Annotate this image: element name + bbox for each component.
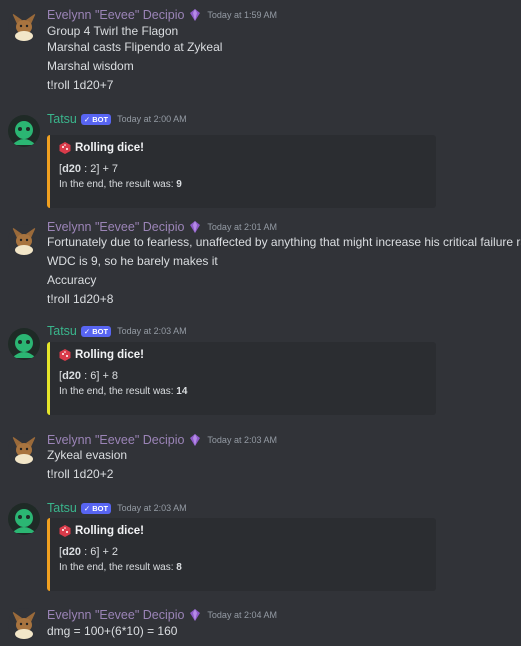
bot-tag: ✓ BOT xyxy=(80,502,112,514)
chat-log: Evelynn "Eevee" Decipio Today at 1:59 AM… xyxy=(0,0,521,646)
roll-expression: [d20 : 6] + 8 xyxy=(59,370,119,382)
message-text: t!roll 1d20+7 xyxy=(47,78,114,92)
embed-title: Rolling dice! xyxy=(75,142,144,154)
eevee-avatar[interactable] xyxy=(8,10,40,42)
roll-result-line: In the end, the result was: 8 xyxy=(59,562,182,573)
result-value: 9 xyxy=(176,179,182,190)
purple-gem-icon xyxy=(190,434,201,446)
roll-result-line: In the end, the result was: 14 xyxy=(59,386,187,397)
embed-accent-bar xyxy=(47,135,50,208)
message-text: dmg = 100+(6*10) = 160 xyxy=(47,624,178,638)
roll-modifier: + 7 xyxy=(102,163,119,175)
timestamp[interactable]: Today at 2:04 AM xyxy=(207,610,277,620)
die-type: d20 xyxy=(62,546,82,558)
message-text: Marshal wisdom xyxy=(47,59,134,73)
message-text: Zykeal evasion xyxy=(47,448,128,462)
timestamp[interactable]: Today at 2:03 AM xyxy=(117,326,187,336)
embed-accent-bar xyxy=(47,518,50,591)
purple-gem-icon xyxy=(190,221,201,233)
tatsu-avatar[interactable] xyxy=(8,115,40,147)
purple-gem-icon xyxy=(190,9,201,21)
roll-modifier: + 8 xyxy=(102,370,119,382)
result-value: 14 xyxy=(176,386,188,397)
tatsu-avatar[interactable] xyxy=(8,503,40,535)
result-label: In the end, the result was: xyxy=(59,562,174,573)
message-text: Accuracy xyxy=(47,273,97,287)
dice-embed: Rolling dice! [d20 : 6] + 8 In the end, … xyxy=(47,342,436,415)
author-name[interactable]: Evelynn "Eevee" Decipio xyxy=(47,8,184,22)
bot-tag: ✓ BOT xyxy=(80,113,112,125)
embed-accent-bar xyxy=(47,342,50,415)
timestamp[interactable]: Today at 2:01 AM xyxy=(207,222,277,232)
die-type: d20 xyxy=(62,370,82,382)
message-text: t!roll 1d20+8 xyxy=(47,292,114,306)
roll-value: 6 xyxy=(90,370,97,382)
die-type: d20 xyxy=(62,163,82,175)
timestamp[interactable]: Today at 2:03 AM xyxy=(207,435,277,445)
author-name[interactable]: Evelynn "Eevee" Decipio xyxy=(47,608,184,622)
red-die-icon xyxy=(59,142,71,154)
red-die-icon xyxy=(59,525,71,537)
message-text: Marshal casts Flipendo at Zykeal xyxy=(47,40,223,54)
author-name[interactable]: Tatsu xyxy=(47,324,77,338)
dice-embed: Rolling dice! [d20 : 2] + 7 In the end, … xyxy=(47,135,436,208)
result-value: 8 xyxy=(176,562,182,573)
bot-tag: ✓ BOT xyxy=(80,325,112,337)
embed-title: Rolling dice! xyxy=(75,349,144,361)
message-text: WDC is 9, so he barely makes it xyxy=(47,254,218,268)
eevee-avatar[interactable] xyxy=(8,608,40,640)
message-text: Fortunately due to fearless, unaffected … xyxy=(47,235,521,249)
dice-embed: Rolling dice! [d20 : 6] + 2 In the end, … xyxy=(47,518,436,591)
message-text: t!roll 1d20+2 xyxy=(47,467,114,481)
author-name[interactable]: Evelynn "Eevee" Decipio xyxy=(47,220,184,234)
author-name[interactable]: Evelynn "Eevee" Decipio xyxy=(47,433,184,447)
eevee-avatar[interactable] xyxy=(8,433,40,465)
result-label: In the end, the result was: xyxy=(59,386,174,397)
author-name[interactable]: Tatsu xyxy=(47,501,77,515)
timestamp[interactable]: Today at 1:59 AM xyxy=(207,10,277,20)
timestamp[interactable]: Today at 2:03 AM xyxy=(117,503,187,513)
roll-expression: [d20 : 6] + 2 xyxy=(59,546,119,558)
roll-value: 6 xyxy=(90,546,97,558)
message-text: Group 4 Twirl the Flagon xyxy=(47,24,179,38)
embed-title: Rolling dice! xyxy=(75,525,144,537)
roll-expression: [d20 : 2] + 7 xyxy=(59,163,119,175)
eevee-avatar[interactable] xyxy=(8,224,40,256)
timestamp[interactable]: Today at 2:00 AM xyxy=(117,114,187,124)
result-label: In the end, the result was: xyxy=(59,179,174,190)
roll-modifier: + 2 xyxy=(102,546,119,558)
red-die-icon xyxy=(59,349,71,361)
purple-gem-icon xyxy=(190,609,201,621)
author-name[interactable]: Tatsu xyxy=(47,112,77,126)
roll-result-line: In the end, the result was: 9 xyxy=(59,179,182,190)
tatsu-avatar[interactable] xyxy=(8,328,40,360)
roll-value: 2 xyxy=(90,163,97,175)
